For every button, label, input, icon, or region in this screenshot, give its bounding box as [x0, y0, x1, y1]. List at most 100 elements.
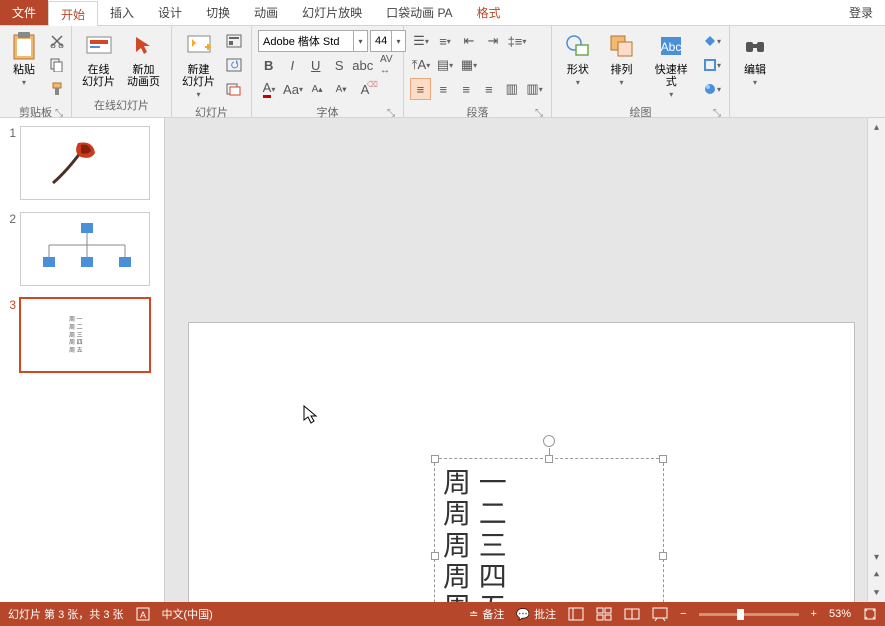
- slide-canvas[interactable]: 周 一 周 二 周 三 周 四 周 五: [165, 118, 885, 602]
- reading-view-button[interactable]: [624, 607, 640, 621]
- convert-smartart-button[interactable]: ▦ ▾: [458, 54, 480, 76]
- editing-button[interactable]: 编辑▾: [734, 28, 776, 89]
- columns-button[interactable]: ▥ ▾: [524, 78, 545, 100]
- arrange-button[interactable]: 排列▾: [600, 28, 644, 89]
- shadow-button[interactable]: abc: [352, 54, 374, 76]
- vertical-scrollbar[interactable]: ▴ ▾ ⯅ ⯆: [867, 118, 885, 602]
- language-status[interactable]: 中文(中国): [162, 606, 213, 622]
- resize-handle-ml[interactable]: [431, 552, 439, 560]
- format-painter-button[interactable]: [46, 78, 68, 100]
- tab-home[interactable]: 开始: [48, 1, 98, 26]
- rotate-handle[interactable]: [543, 435, 555, 447]
- tulip-icon: [33, 135, 103, 189]
- outline-icon: [703, 58, 717, 72]
- quickstyle-button[interactable]: Abc 快速样式▾: [643, 28, 699, 101]
- normal-view-button[interactable]: [568, 607, 584, 621]
- copy-button[interactable]: [46, 54, 68, 76]
- resize-handle-mr[interactable]: [659, 552, 667, 560]
- change-case-button[interactable]: Aa ▾: [282, 78, 304, 100]
- new-anim-page-button[interactable]: 新加 动画页: [121, 28, 166, 90]
- font-name-dropdown[interactable]: ▾: [353, 31, 367, 51]
- font-name-input[interactable]: [259, 31, 353, 51]
- section-icon: [226, 82, 242, 96]
- tab-transitions[interactable]: 切换: [194, 0, 242, 25]
- zoom-percent[interactable]: 53%: [829, 608, 851, 620]
- scroll-down[interactable]: ▾: [868, 548, 885, 566]
- tab-file[interactable]: 文件: [0, 0, 48, 25]
- align-left-button[interactable]: ≡: [410, 78, 431, 100]
- status-bar: 幻灯片 第 3 张，共 3 张 A 中文(中国) ≐ 备注 💬 批注 − + 5…: [0, 602, 885, 626]
- notes-button[interactable]: ≐ 备注: [469, 606, 504, 622]
- italic-button[interactable]: I: [282, 54, 304, 76]
- zoom-in-button[interactable]: +: [811, 608, 817, 620]
- bold-button[interactable]: B: [258, 54, 280, 76]
- resize-handle-tm[interactable]: [545, 455, 553, 463]
- textbox-content[interactable]: 周 一 周 二 周 三 周 四 周 五: [443, 467, 507, 602]
- spellcheck-icon[interactable]: A: [136, 607, 150, 621]
- strike-button[interactable]: S: [329, 54, 351, 76]
- tab-design[interactable]: 设计: [146, 0, 194, 25]
- indent-inc-button[interactable]: ⇥: [482, 30, 504, 52]
- align-justify-button[interactable]: ≡: [479, 78, 500, 100]
- font-color-button[interactable]: A ▾: [258, 78, 280, 100]
- font-size-combo[interactable]: ▾: [370, 30, 406, 52]
- login-link[interactable]: 登录: [837, 0, 885, 25]
- tab-format[interactable]: 格式: [465, 0, 513, 25]
- align-center-button[interactable]: ≡: [433, 78, 454, 100]
- comments-button[interactable]: 💬 批注: [516, 606, 556, 622]
- slideshow-view-button[interactable]: [652, 607, 668, 621]
- thumbnail-1[interactable]: [20, 126, 150, 200]
- scissors-icon: [50, 34, 64, 48]
- underline-button[interactable]: U: [305, 54, 327, 76]
- tab-animations[interactable]: 动画: [242, 0, 290, 25]
- tab-insert[interactable]: 插入: [98, 0, 146, 25]
- font-size-dropdown[interactable]: ▾: [391, 31, 405, 51]
- align-text-button[interactable]: ▤ ▾: [434, 54, 456, 76]
- sorter-view-button[interactable]: [596, 607, 612, 621]
- scroll-up[interactable]: ▴: [868, 118, 885, 136]
- zoom-thumb[interactable]: [737, 609, 744, 620]
- clear-format-button[interactable]: A⌫: [354, 78, 376, 100]
- shape-effects-button[interactable]: ▾: [701, 78, 723, 100]
- zoom-out-button[interactable]: −: [680, 608, 686, 620]
- new-slide-button[interactable]: 新建 幻灯片 ▾: [176, 28, 221, 101]
- resize-handle-tl[interactable]: [431, 455, 439, 463]
- bullets-button[interactable]: ☰ ▾: [410, 30, 432, 52]
- shapes-button[interactable]: 形状▾: [556, 28, 600, 89]
- slide[interactable]: 周 一 周 二 周 三 周 四 周 五: [189, 323, 854, 602]
- fit-window-button[interactable]: [863, 607, 877, 621]
- editor-area: 1 2 3 周 一 周 二 周 三 周 四 周 五: [0, 118, 885, 602]
- tab-pa[interactable]: 口袋动画 PA: [374, 0, 464, 25]
- resize-handle-tr[interactable]: [659, 455, 667, 463]
- numbering-button[interactable]: ≡ ▾: [434, 30, 456, 52]
- font-name-combo[interactable]: ▾: [258, 30, 368, 52]
- online-slides-button[interactable]: 在线 幻灯片: [76, 28, 121, 90]
- tab-slideshow[interactable]: 幻灯片放映: [290, 0, 374, 25]
- textbox-selected[interactable]: 周 一 周 二 周 三 周 四 周 五: [434, 458, 664, 602]
- layout-button[interactable]: [223, 30, 245, 52]
- prev-slide[interactable]: ⯅: [868, 566, 885, 584]
- align-right-button[interactable]: ≡: [456, 78, 477, 100]
- thumbnail-3[interactable]: 周 一 周 二 周 三 周 四 周 五: [20, 298, 150, 372]
- shrink-font-button[interactable]: A▾: [330, 78, 352, 100]
- thumb-number-2: 2: [4, 212, 20, 286]
- next-slide[interactable]: ⯆: [868, 584, 885, 602]
- thumbnail-2[interactable]: [20, 212, 150, 286]
- thumb-number-3: 3: [4, 298, 20, 372]
- line-spacing-button[interactable]: ‡≡ ▾: [506, 30, 528, 52]
- shapes-icon: [564, 33, 592, 59]
- paste-button[interactable]: 粘贴 ▾: [4, 28, 44, 89]
- reset-button[interactable]: [223, 54, 245, 76]
- clipboard-icon: [11, 31, 37, 61]
- cut-button[interactable]: [46, 30, 68, 52]
- shape-outline-button[interactable]: ▾: [701, 54, 723, 76]
- zoom-slider[interactable]: [699, 613, 799, 616]
- grow-font-button[interactable]: A▴: [306, 78, 328, 100]
- font-size-input[interactable]: [371, 31, 391, 51]
- shape-fill-button[interactable]: ▾: [701, 30, 723, 52]
- distribute-button[interactable]: ▥: [501, 78, 522, 100]
- section-button[interactable]: [223, 78, 245, 100]
- indent-dec-button[interactable]: ⇤: [458, 30, 480, 52]
- text-direction-button[interactable]: ⤒A ▾: [410, 54, 432, 76]
- char-spacing-button[interactable]: AV↔: [376, 54, 398, 76]
